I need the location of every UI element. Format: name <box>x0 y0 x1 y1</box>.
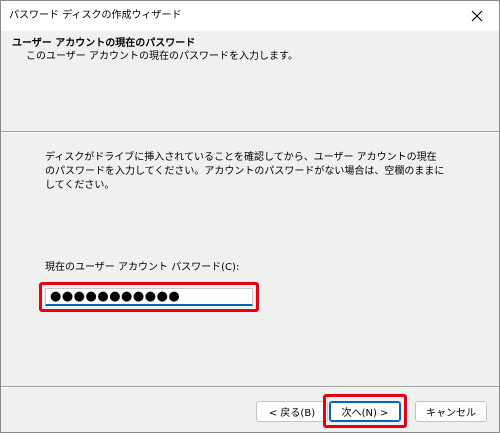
instruction-text: ディスクがドライブに挿入されていることを確認してから、ユーザー アカウントの現在… <box>45 152 445 191</box>
footer-divider-highlight <box>1 387 499 388</box>
window-title: パスワード ディスクの作成ウィザード <box>9 10 182 21</box>
close-button[interactable] <box>455 1 499 31</box>
password-label: 現在のユーザー アカウント パスワード(C): <box>45 262 240 273</box>
close-icon <box>471 10 483 22</box>
back-button[interactable]: < 戻る(B) <box>256 401 328 422</box>
wizard-header: ユーザー アカウントの現在のパスワード このユーザー アカウントの現在のパスワー… <box>1 31 499 130</box>
header-divider-highlight <box>1 132 499 133</box>
header-title: ユーザー アカウントの現在のパスワード <box>12 38 196 49</box>
password-input[interactable] <box>45 288 253 306</box>
cancel-button[interactable]: キャンセル <box>415 401 487 422</box>
title-bar: パスワード ディスクの作成ウィザード <box>1 1 499 31</box>
next-button[interactable]: 次へ(N) > <box>329 401 401 422</box>
wizard-window: パスワード ディスクの作成ウィザード ユーザー アカウントの現在のパスワード こ… <box>0 0 500 433</box>
header-subtitle: このユーザー アカウントの現在のパスワードを入力します。 <box>26 51 298 62</box>
